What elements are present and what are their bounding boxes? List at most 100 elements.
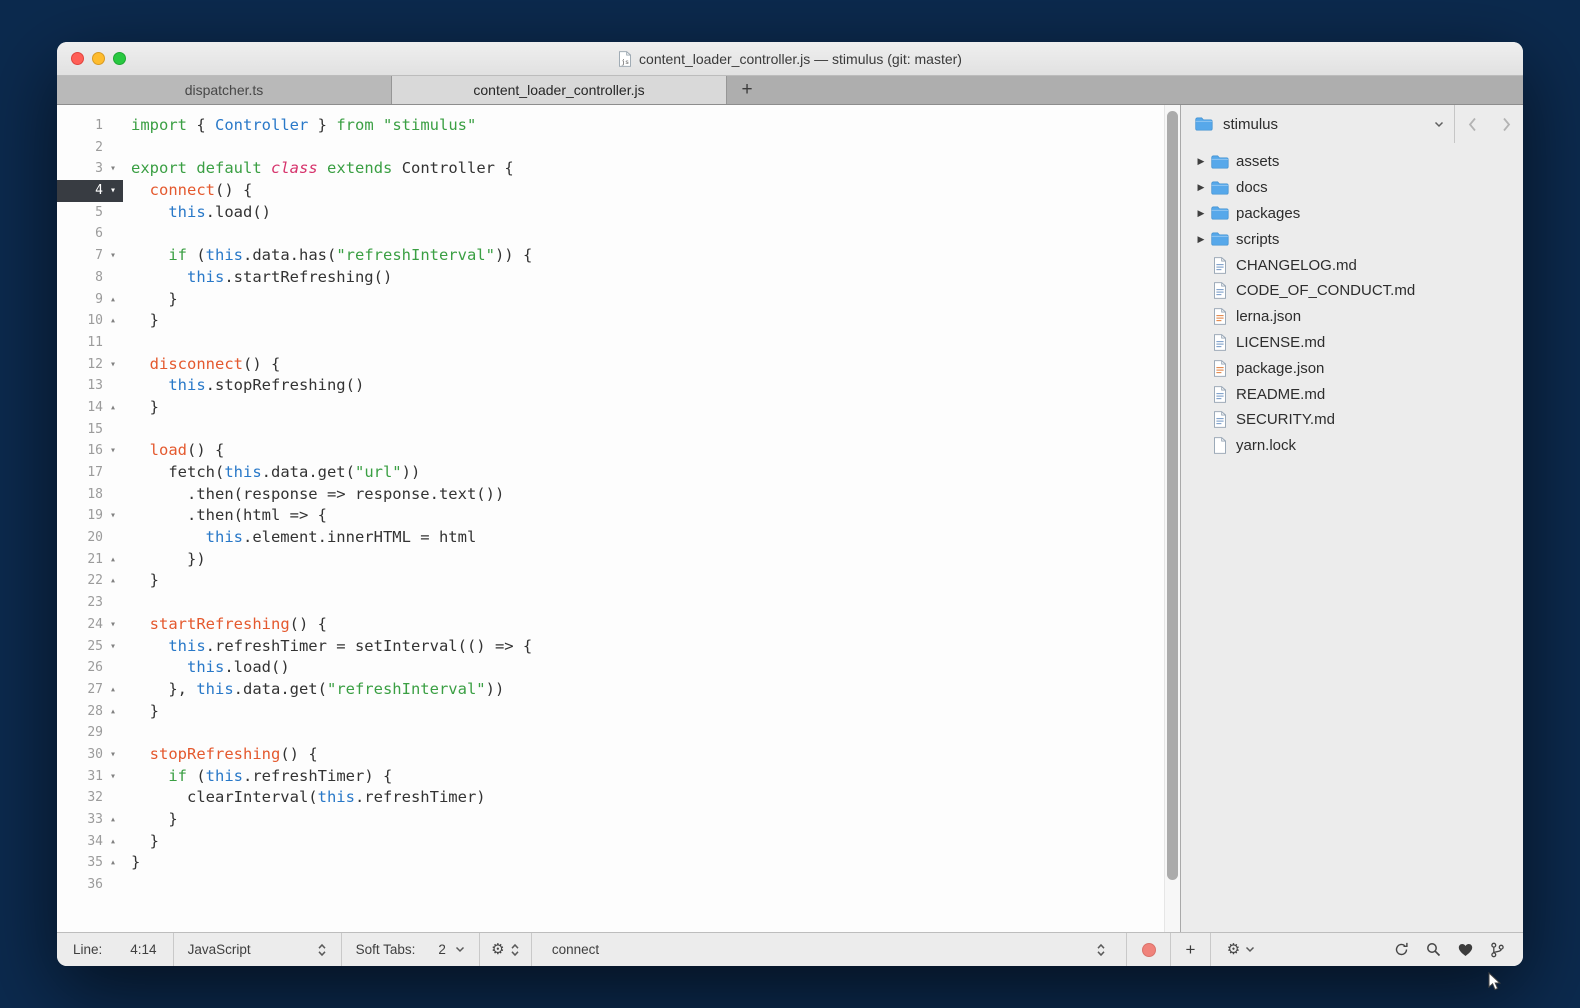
line-number[interactable]: 17: [65, 462, 103, 484]
code-line[interactable]: 36: [57, 874, 1164, 896]
line-number[interactable]: 33: [65, 809, 103, 831]
code-line[interactable]: 4▾ connect() {: [57, 180, 1164, 202]
line-gutter[interactable]: 11: [57, 332, 123, 354]
fold-up-icon[interactable]: ▴: [103, 701, 123, 723]
line-number[interactable]: 10: [65, 310, 103, 332]
search-button[interactable]: [1426, 942, 1441, 957]
code-line[interactable]: 14▴ }: [57, 397, 1164, 419]
line-number[interactable]: 27: [65, 679, 103, 701]
tree-item-assets[interactable]: ▶assets: [1181, 149, 1523, 175]
git-branch-button[interactable]: [1490, 942, 1505, 958]
line-number[interactable]: 25: [65, 636, 103, 658]
line-gutter[interactable]: 32: [57, 787, 123, 809]
tree-item-security-md[interactable]: SECURITY.md: [1181, 407, 1523, 433]
bundle-menu[interactable]: ⚙: [480, 933, 532, 966]
code-line[interactable]: 25▾ this.refreshTimer = setInterval(() =…: [57, 636, 1164, 658]
line-number[interactable]: 18: [65, 484, 103, 506]
line-gutter[interactable]: 12▾: [57, 354, 123, 376]
code-line[interactable]: 23: [57, 592, 1164, 614]
tree-item-license-md[interactable]: LICENSE.md: [1181, 330, 1523, 356]
fold-up-icon[interactable]: ▴: [103, 289, 123, 311]
line-number[interactable]: 2: [65, 137, 103, 159]
code-line[interactable]: 18 .then(response => response.text()): [57, 484, 1164, 506]
fold-down-icon[interactable]: ▾: [103, 636, 123, 658]
line-gutter[interactable]: 28▴: [57, 701, 123, 723]
line-gutter[interactable]: 18: [57, 484, 123, 506]
line-gutter[interactable]: 30▾: [57, 744, 123, 766]
fold-down-icon[interactable]: ▾: [103, 245, 123, 267]
macro-record-indicator[interactable]: [1127, 933, 1171, 966]
fold-down-icon[interactable]: ▾: [103, 505, 123, 527]
new-file-button[interactable]: +: [1171, 933, 1211, 966]
line-gutter[interactable]: 15: [57, 419, 123, 441]
line-gutter[interactable]: 9▴: [57, 289, 123, 311]
code-line[interactable]: 6: [57, 223, 1164, 245]
code-line[interactable]: 9▴ }: [57, 289, 1164, 311]
code-line[interactable]: 5 this.load(): [57, 202, 1164, 224]
code-line[interactable]: 13 this.stopRefreshing(): [57, 375, 1164, 397]
fold-down-icon[interactable]: ▾: [103, 354, 123, 376]
code-line[interactable]: 32 clearInterval(this.refreshTimer): [57, 787, 1164, 809]
tree-item-package-json[interactable]: package.json: [1181, 355, 1523, 381]
line-number[interactable]: 13: [65, 375, 103, 397]
tab-content-loader-controller-js[interactable]: content_loader_controller.js: [392, 76, 727, 104]
disclosure-triangle-icon[interactable]: ▶: [1193, 182, 1209, 193]
line-gutter[interactable]: 8: [57, 267, 123, 289]
line-number[interactable]: 15: [65, 419, 103, 441]
fold-up-icon[interactable]: ▴: [103, 397, 123, 419]
line-gutter[interactable]: 22▴: [57, 570, 123, 592]
tree-item-readme-md[interactable]: README.md: [1181, 381, 1523, 407]
fold-up-icon[interactable]: ▴: [103, 310, 123, 332]
line-number[interactable]: 9: [65, 289, 103, 311]
fold-up-icon[interactable]: ▴: [103, 570, 123, 592]
line-gutter[interactable]: 3▾: [57, 158, 123, 180]
line-number[interactable]: 14: [65, 397, 103, 419]
minimize-button[interactable]: [92, 52, 105, 65]
line-gutter[interactable]: 19▾: [57, 505, 123, 527]
disclosure-triangle-icon[interactable]: ▶: [1193, 208, 1209, 219]
line-gutter[interactable]: 36: [57, 874, 123, 896]
tab-dispatcher-ts[interactable]: dispatcher.ts: [57, 76, 392, 104]
line-gutter[interactable]: 25▾: [57, 636, 123, 658]
line-number[interactable]: 23: [65, 592, 103, 614]
line-number[interactable]: 36: [65, 874, 103, 896]
fold-up-icon[interactable]: ▴: [103, 679, 123, 701]
line-number[interactable]: 6: [65, 223, 103, 245]
code-line[interactable]: 7▾ if (this.data.has("refreshInterval"))…: [57, 245, 1164, 267]
tree-item-scripts[interactable]: ▶scripts: [1181, 226, 1523, 252]
line-gutter[interactable]: 34▴: [57, 831, 123, 853]
line-gutter[interactable]: 4▾: [57, 180, 123, 202]
code-line[interactable]: 30▾ stopRefreshing() {: [57, 744, 1164, 766]
code-line[interactable]: 26 this.load(): [57, 657, 1164, 679]
line-gutter[interactable]: 16▾: [57, 440, 123, 462]
new-tab-button[interactable]: +: [727, 76, 767, 104]
fold-up-icon[interactable]: ▴: [103, 831, 123, 853]
line-number[interactable]: 35: [65, 852, 103, 874]
line-number[interactable]: 16: [65, 440, 103, 462]
line-gutter[interactable]: 5: [57, 202, 123, 224]
line-number[interactable]: 5: [65, 202, 103, 224]
line-number[interactable]: 20: [65, 527, 103, 549]
line-gutter[interactable]: 33▴: [57, 809, 123, 831]
line-gutter[interactable]: 7▾: [57, 245, 123, 267]
fold-down-icon[interactable]: ▾: [103, 440, 123, 462]
title-bar[interactable]: js content_loader_controller.js — stimul…: [57, 42, 1523, 76]
fold-down-icon[interactable]: ▾: [103, 158, 123, 180]
code-line[interactable]: 16▾ load() {: [57, 440, 1164, 462]
code-line[interactable]: 20 this.element.innerHTML = html: [57, 527, 1164, 549]
symbol-selector[interactable]: connect: [532, 933, 1127, 966]
line-number[interactable]: 7: [65, 245, 103, 267]
line-gutter[interactable]: 17: [57, 462, 123, 484]
line-gutter[interactable]: 13: [57, 375, 123, 397]
line-number[interactable]: 4: [65, 180, 103, 202]
line-number[interactable]: 24: [65, 614, 103, 636]
line-number[interactable]: 12: [65, 354, 103, 376]
fold-up-icon[interactable]: ▴: [103, 549, 123, 571]
fold-down-icon[interactable]: ▾: [103, 180, 123, 202]
code-line[interactable]: 35▴}: [57, 852, 1164, 874]
editor-scrollbar[interactable]: [1164, 105, 1180, 932]
refresh-button[interactable]: [1394, 942, 1409, 957]
fold-down-icon[interactable]: ▾: [103, 744, 123, 766]
code-line[interactable]: 28▴ }: [57, 701, 1164, 723]
code-line[interactable]: 11: [57, 332, 1164, 354]
